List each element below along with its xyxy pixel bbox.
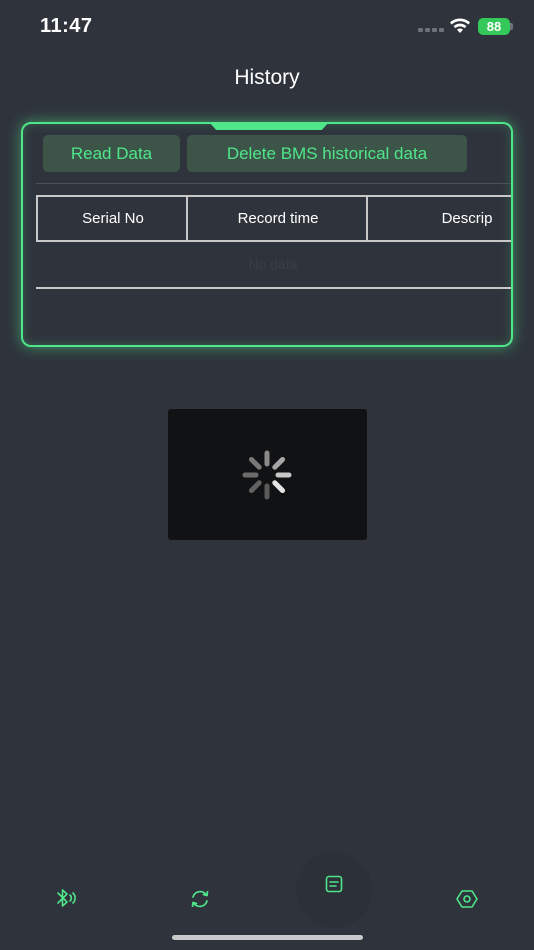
- table-header: Serial No Record time Descrip: [36, 195, 511, 242]
- table-bottom-border: [36, 287, 511, 289]
- battery-level: 88: [478, 18, 510, 35]
- settings-icon[interactable]: [456, 889, 478, 909]
- history-icon[interactable]: [324, 874, 344, 894]
- panel-tab-decoration: [209, 124, 329, 130]
- status-time: 11:47: [40, 15, 93, 37]
- bluetooth-icon[interactable]: [54, 887, 78, 909]
- history-panel: Read Data Delete BMS historical data Ser…: [21, 122, 513, 347]
- home-indicator: [172, 935, 363, 940]
- delete-history-button[interactable]: Delete BMS historical data: [187, 135, 467, 172]
- panel-divider: [36, 183, 511, 184]
- column-header-serial-no: Serial No: [36, 197, 188, 240]
- loading-overlay: [168, 409, 367, 540]
- column-header-record-time: Record time: [186, 197, 368, 240]
- cellular-signal-icon: [418, 28, 444, 34]
- column-header-description: Descrip: [366, 197, 511, 240]
- status-bar: 11:47 88: [0, 0, 534, 50]
- history-screen: 11:47 88 History Read Data Delete BMS hi…: [0, 0, 534, 950]
- loading-spinner-icon: [242, 450, 292, 500]
- table-empty-text: No data: [248, 256, 298, 272]
- read-data-button[interactable]: Read Data: [43, 135, 180, 172]
- battery-cap: [510, 23, 513, 30]
- sync-icon[interactable]: [189, 888, 211, 910]
- page-title: History: [234, 66, 300, 89]
- wifi-icon: [450, 18, 470, 33]
